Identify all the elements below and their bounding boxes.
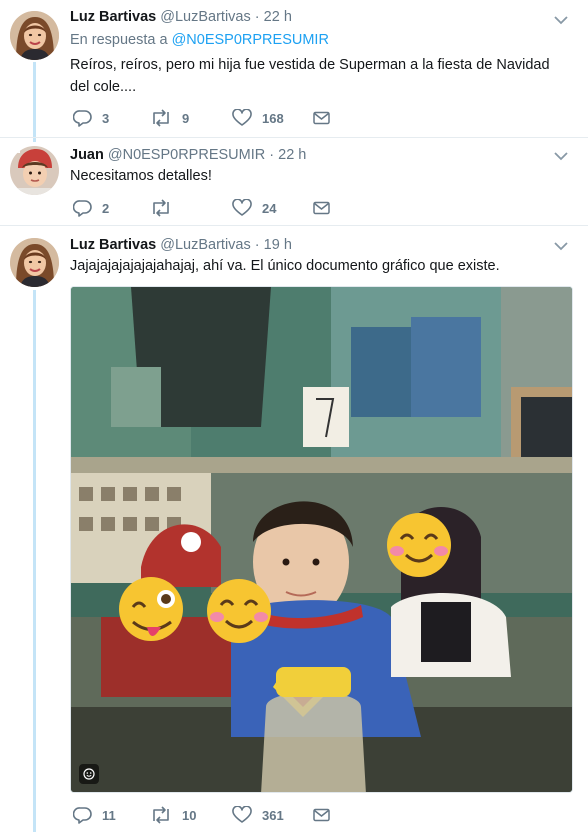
tweet-actions: 2 24 [70, 196, 350, 220]
timestamp[interactable]: 19 h [264, 237, 292, 253]
avatar[interactable] [10, 238, 59, 287]
reply-count: 2 [102, 200, 110, 216]
author-name[interactable]: Luz Bartivas [70, 237, 156, 253]
tweet-text: Necesitamos detalles! [70, 168, 212, 184]
tweet-text: Jajajajajajajajahajaj, ahí va. El único … [70, 258, 500, 274]
reply-button[interactable]: 2 [73, 196, 109, 220]
reply-count: 3 [102, 110, 110, 126]
envelope-icon [313, 201, 330, 215]
timestamp[interactable]: 22 h [264, 9, 292, 25]
chevron-down-icon[interactable] [553, 14, 569, 26]
reply-icon [73, 807, 92, 824]
retweet-icon [153, 109, 169, 127]
like-button[interactable]: 168 [232, 106, 284, 130]
tweet-actions: 3 9 168 [70, 106, 350, 130]
retweet-button[interactable] [150, 196, 182, 220]
tweet-header: Luz Bartivas @LuzBartivas · 22 h [70, 8, 292, 26]
reply-count: 11 [102, 807, 116, 823]
author-name[interactable]: Luz Bartivas [70, 9, 156, 25]
chevron-down-icon[interactable] [553, 150, 569, 162]
tweet-header: Luz Bartivas @LuzBartivas · 19 h [70, 236, 292, 254]
smiley-badge-icon[interactable] [79, 764, 99, 784]
reply-context: En respuesta a @N0ESP0RPRESUMIR [70, 32, 329, 48]
retweet-count: 10 [182, 807, 197, 823]
like-count: 168 [262, 110, 284, 126]
retweet-count: 9 [182, 110, 190, 126]
reply-prefix: En respuesta a [70, 32, 168, 48]
avatar[interactable] [10, 146, 59, 195]
tweet[interactable]: Luz Bartivas @LuzBartivas · 22 h En resp… [0, 8, 588, 130]
timestamp[interactable]: 22 h [278, 147, 306, 163]
heart-icon [232, 806, 252, 823]
like-button[interactable]: 361 [232, 803, 284, 827]
author-handle[interactable]: @N0ESP0RPRESUMIR [108, 147, 265, 163]
direct-message-button[interactable] [313, 196, 330, 220]
reply-button[interactable]: 3 [73, 106, 109, 130]
tweet-header: Juan @N0ESP0RPRESUMIR · 22 h [70, 146, 306, 164]
envelope-icon [313, 111, 330, 125]
direct-message-button[interactable] [313, 106, 330, 130]
retweet-icon [153, 806, 169, 824]
reply-mention-link[interactable]: @N0ESP0RPRESUMIR [172, 32, 329, 48]
retweet-icon [153, 199, 169, 217]
tweet-photo[interactable] [70, 286, 573, 793]
like-count: 24 [262, 200, 277, 216]
author-handle[interactable]: @LuzBartivas [160, 9, 250, 25]
separator-dot: · [269, 147, 275, 163]
envelope-icon [313, 808, 330, 822]
avatar[interactable] [10, 11, 59, 60]
like-button[interactable]: 24 [232, 196, 276, 220]
heart-icon [232, 109, 252, 126]
tweet[interactable]: Juan @N0ESP0RPRESUMIR · 22 h Necesitamos… [0, 145, 588, 223]
heart-icon [232, 199, 252, 216]
author-handle[interactable]: @LuzBartivas [160, 237, 250, 253]
author-name[interactable]: Juan [70, 147, 104, 163]
separator-dot: · [254, 9, 260, 25]
retweet-button[interactable]: 9 [150, 106, 189, 130]
divider [0, 225, 588, 226]
retweet-button[interactable]: 10 [150, 803, 196, 827]
tweet-text: Reíros, reíros, pero mi hija fue vestida… [70, 57, 550, 95]
photo-image [71, 287, 572, 792]
tweet-actions: 11 10 361 [70, 803, 350, 827]
reply-icon [73, 110, 92, 127]
reply-button[interactable]: 11 [73, 803, 116, 827]
divider [0, 137, 588, 138]
direct-message-button[interactable] [313, 803, 330, 827]
like-count: 361 [262, 807, 284, 823]
chevron-down-icon[interactable] [553, 240, 569, 252]
separator-dot: · [254, 237, 260, 253]
reply-icon [73, 200, 92, 217]
